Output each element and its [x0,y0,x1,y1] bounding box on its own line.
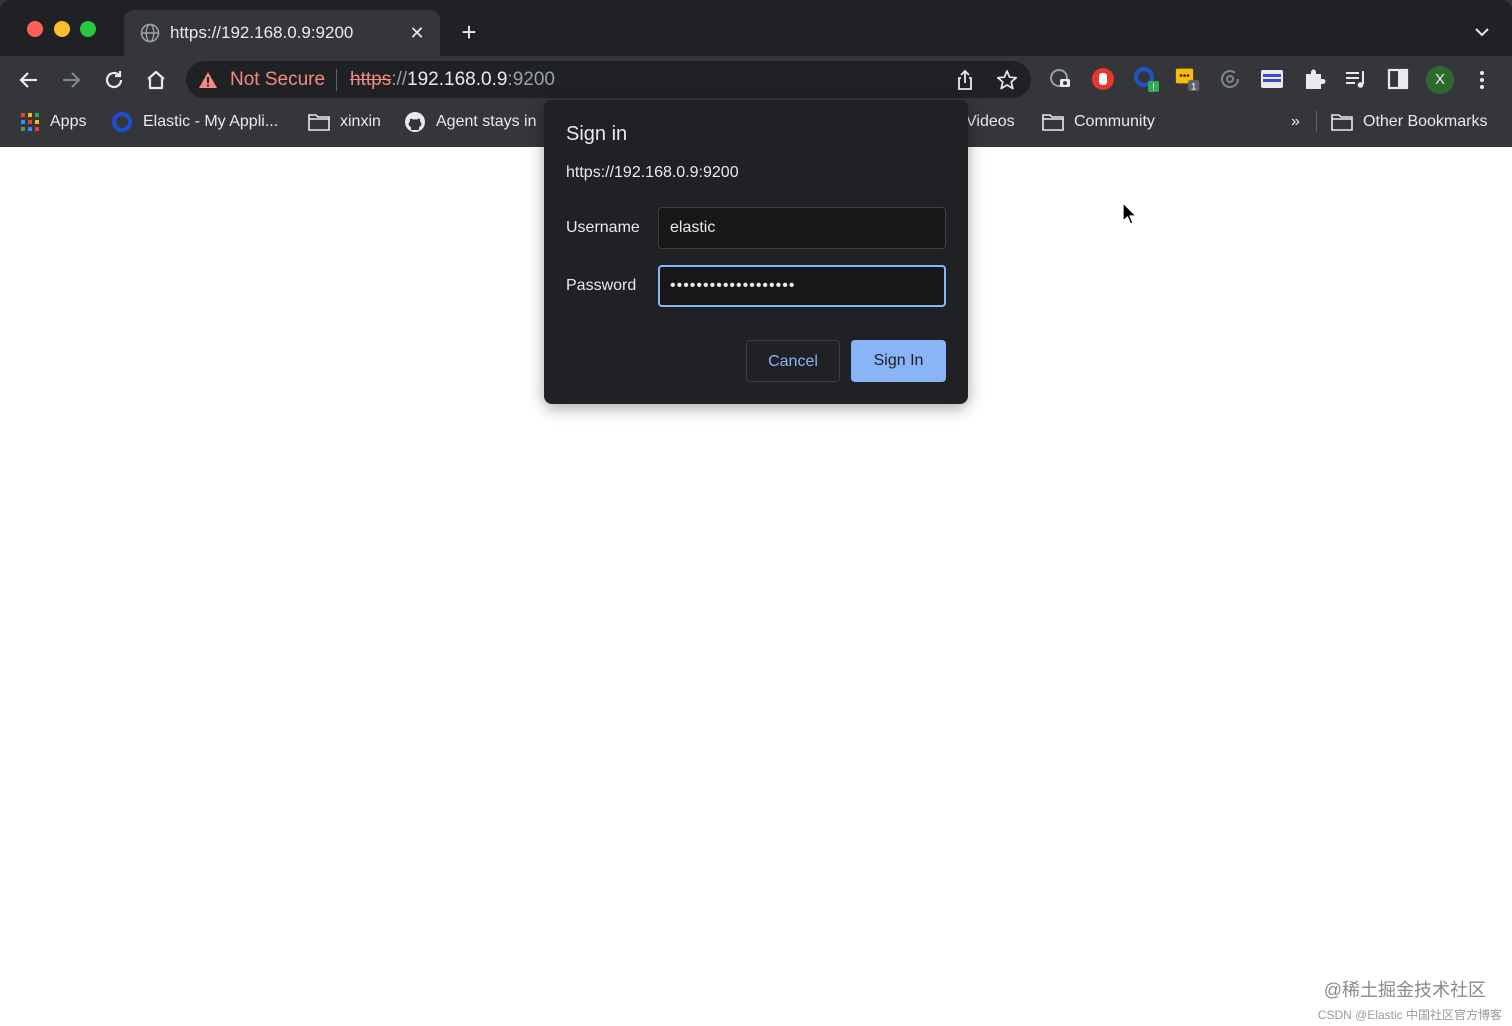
bookmarks-overflow-label: » [1291,113,1300,130]
screenshot-extension-icon[interactable] [1048,66,1074,92]
close-window-button[interactable] [27,21,43,37]
star-icon[interactable] [996,69,1018,91]
reader-extension-icon[interactable] [1259,66,1285,92]
bookmarks-divider [1316,110,1317,132]
bookmark-folder-other[interactable]: Other Bookmarks [1331,110,1487,134]
password-label: Password [566,277,637,294]
media-control-icon[interactable] [1343,66,1369,92]
omnibox-divider [336,69,337,91]
dialog-title: Sign in [566,123,628,145]
folder-icon [1331,114,1353,131]
active-tab[interactable]: https://192.168.0.9:9200 ✕ [124,10,440,56]
close-tab-icon[interactable]: ✕ [406,22,428,44]
bookmark-elastic[interactable]: Elastic - My Appli... [111,110,278,134]
cancel-button[interactable]: Cancel [746,340,840,382]
bookmark-label: Apps [50,113,87,130]
bookmark-label: Elastic - My Appli... [143,113,279,130]
url-port: :9200 [507,69,555,90]
home-icon[interactable] [143,67,169,93]
minimize-window-button[interactable] [54,21,70,37]
stop-hand-extension-icon[interactable] [1090,66,1116,92]
svg-text:!: ! [1152,83,1155,93]
url-scheme: https [350,69,392,90]
url-text[interactable]: https://192.168.0.9:9200 [350,69,555,91]
maximize-window-button[interactable] [80,21,96,37]
not-secure-label[interactable]: Not Secure [230,69,325,91]
mouse-cursor-icon [1122,202,1137,225]
kebab-menu-icon[interactable] [1472,68,1492,92]
address-bar[interactable]: Not Secure https://192.168.0.9:9200 [186,61,1031,98]
refresh-extension-icon[interactable] [1217,66,1243,92]
bookmark-folder-xinxin[interactable]: xinxin [308,110,381,134]
bookmark-label: Agent stays in [436,113,537,130]
share-icon[interactable] [954,69,976,91]
reload-icon[interactable] [101,67,127,93]
globe-icon [140,23,160,43]
sign-in-dialog: Sign in https://192.168.0.9:9200 Usernam… [544,100,968,404]
bookmark-apps[interactable]: Apps [20,110,86,134]
apps-grid-icon [21,113,39,131]
bookmark-agent[interactable]: Agent stays in [404,110,537,134]
tab-title: https://192.168.0.9:9200 [170,23,354,42]
username-input[interactable]: elastic [658,207,946,249]
url-separator: :// [391,69,408,90]
new-tab-button[interactable]: + [456,19,482,45]
bookmark-folder-community[interactable]: Community [1042,110,1155,134]
chevron-down-icon[interactable] [1472,22,1492,42]
github-icon [405,112,425,132]
url-host: 192.168.0.9 [407,69,508,90]
sign-in-button[interactable]: Sign In [851,340,946,382]
folder-icon [308,114,330,131]
bookmarks-overflow-button[interactable]: » [1291,110,1300,134]
watermark-line1: @稀土掘金技术社区 [1323,980,1486,1000]
profile-avatar[interactable]: X [1426,66,1454,94]
back-arrow-icon[interactable] [16,67,42,93]
side-panel-icon[interactable] [1385,66,1411,92]
folder-icon [1042,114,1064,131]
password-input[interactable]: ••••••••••••••••••• [658,265,946,307]
elastic-logo-icon [112,112,132,132]
bookmark-label: xinxin [340,113,381,130]
bookmark-label: Videos [966,113,1015,130]
username-label: Username [566,219,640,236]
dialog-origin: https://192.168.0.9:9200 [566,164,739,181]
puzzle-extensions-icon[interactable] [1301,66,1327,92]
note-extension-icon[interactable]: 1 [1175,66,1201,92]
bookmark-label: Other Bookmarks [1363,113,1488,130]
watermark-line2: CSDN @Elastic 中国社区官方博客 [1317,1008,1502,1022]
tab-strip: https://192.168.0.9:9200 ✕ + [0,0,1512,56]
warning-icon[interactable] [198,70,218,90]
svg-text:1: 1 [1191,81,1196,92]
bookmark-videos[interactable]: Videos [966,110,1015,134]
forward-arrow-icon[interactable] [58,67,84,93]
blue-circle-extension-icon[interactable]: ! [1133,66,1159,92]
bookmark-label: Community [1074,113,1155,130]
